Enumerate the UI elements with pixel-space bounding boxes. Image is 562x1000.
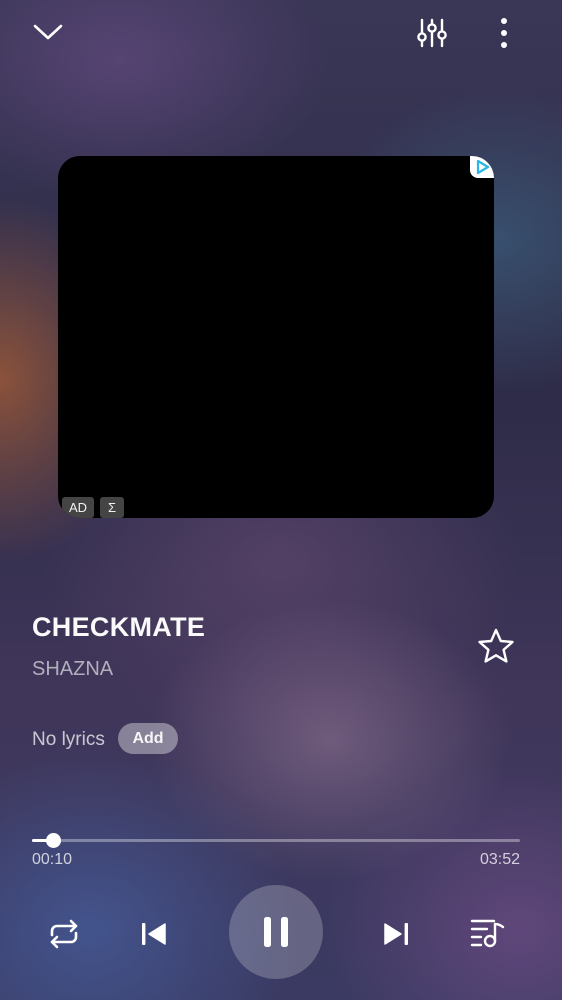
equalizer-sliders-icon[interactable] [412,14,452,52]
ad-sigma-label: Σ [100,497,124,518]
playlist-music-icon[interactable] [466,912,510,954]
ad-banner[interactable]: AD Σ [58,156,494,518]
elapsed-time: 00:10 [32,851,73,868]
lyrics-status: No lyrics [32,729,105,750]
track-artist[interactable]: SHAZNA [32,658,113,681]
track-title: CHECKMATE [32,612,206,642]
chevron-down-icon[interactable] [26,14,70,50]
star-outline-icon[interactable] [474,624,518,668]
more-vertical-icon[interactable] [488,14,520,52]
add-lyrics-button[interactable]: Add [118,723,178,754]
progress-bar[interactable] [32,833,520,848]
repeat-icon[interactable] [42,914,86,954]
pause-button[interactable] [229,885,323,979]
adchoices-icon[interactable] [470,156,494,178]
progress-thumb[interactable] [46,833,62,848]
ad-label: AD [62,497,94,518]
pause-icon [264,917,288,947]
skip-previous-icon[interactable] [132,914,176,954]
total-duration: 03:52 [479,851,520,868]
skip-next-icon[interactable] [374,914,418,954]
top-bar [0,0,562,66]
